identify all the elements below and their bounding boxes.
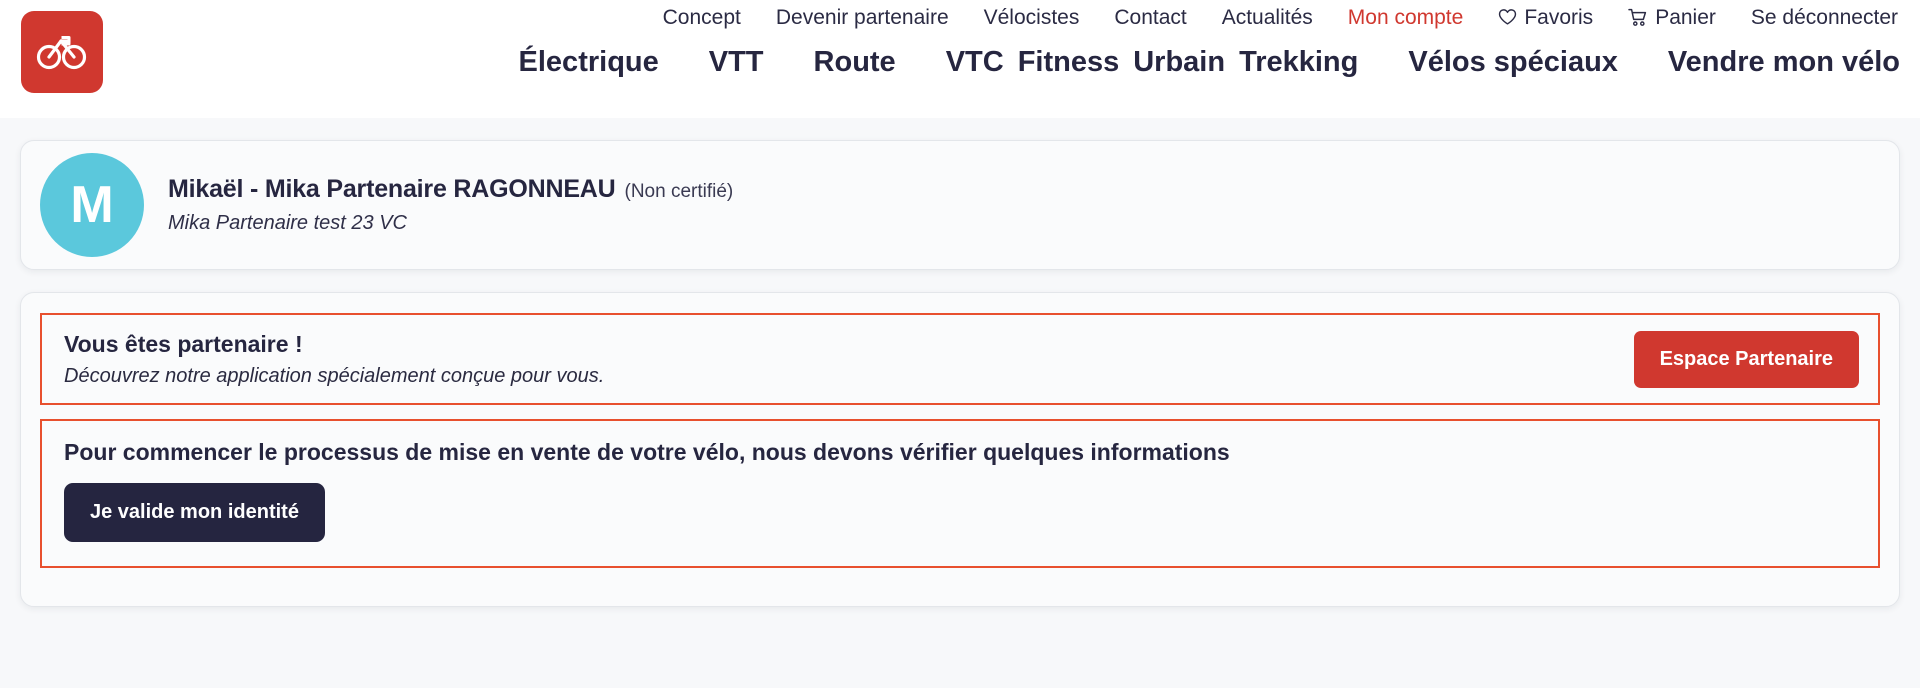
site-header: Concept Devenir partenaire Vélocistes Co… [0,0,1920,118]
main-nav-group-vtc-fitness-urbain-trekking: VTC Fitness Urbain Trekking [946,48,1359,77]
partner-alert-title: Vous êtes partenaire ! [64,330,303,357]
nav-item-devenir-partenaire[interactable]: Devenir partenaire [776,7,949,28]
heart-icon [1498,8,1517,26]
nav-item-favoris[interactable]: Favoris [1498,7,1593,28]
nav-label: Favoris [1524,5,1594,29]
nav-label: Mon compte [1347,5,1464,29]
main-nav-electrique[interactable]: Électrique [519,48,659,77]
avatar: M [40,153,144,257]
nav-label: Vélocistes [983,5,1080,29]
profile-name: Mikaël - Mika Partenaire RAGONNEAU [168,175,616,203]
nav-label: Se déconnecter [1750,5,1898,29]
bicycle-infinity-logo-icon [36,32,88,72]
main-nav-vendre-mon-velo[interactable]: Vendre mon vélo [1668,48,1900,77]
main-nav-velos-speciaux[interactable]: Vélos spéciaux [1408,48,1618,77]
profile-subtitle: Mika Partenaire test 23 VC [168,212,407,234]
espace-partenaire-button[interactable]: Espace Partenaire [1633,330,1859,388]
main-navigation: Électrique VTT Route VTC Fitness Urbain … [519,48,1900,77]
nav-item-velocistes[interactable]: Vélocistes [984,7,1080,28]
nav-label: Contact [1114,5,1187,29]
certification-status: (Non certifié) [624,181,734,202]
nav-label: Concept [662,5,741,29]
top-navigation: Concept Devenir partenaire Vélocistes Co… [663,0,1902,34]
identity-verification-alert: Pour commencer le processus de mise en v… [40,419,1880,568]
nav-item-contact[interactable]: Contact [1114,7,1186,28]
validate-identity-button[interactable]: Je valide mon identité [64,482,325,542]
page-content: M Mikaël - Mika Partenaire RAGONNEAU (No… [0,118,1920,607]
account-actions-card: Vous êtes partenaire ! Découvrez notre a… [20,292,1900,607]
main-nav-vtt[interactable]: VTT [709,48,764,77]
identity-verification-title: Pour commencer le processus de mise en v… [64,439,1230,465]
partner-alert-subtitle: Découvrez notre application spécialement… [64,364,605,387]
nav-label: Actualités [1221,5,1313,29]
main-nav-route[interactable]: Route [814,48,896,77]
main-nav-trekking[interactable]: Trekking [1239,48,1358,77]
main-nav-fitness[interactable]: Fitness [1018,48,1120,77]
profile-card: M Mikaël - Mika Partenaire RAGONNEAU (No… [20,140,1900,270]
main-nav-vtc[interactable]: VTC [946,48,1004,77]
partner-alert: Vous êtes partenaire ! Découvrez notre a… [40,313,1880,405]
nav-item-se-deconnecter[interactable]: Se déconnecter [1751,7,1898,28]
nav-item-actualites[interactable]: Actualités [1222,7,1313,28]
brand-logo[interactable] [21,11,103,93]
profile-name-row: Mikaël - Mika Partenaire RAGONNEAU (Non … [168,175,733,204]
partner-alert-text: Vous êtes partenaire ! Découvrez notre a… [64,331,604,388]
nav-label: Devenir partenaire [775,5,949,29]
cart-icon [1628,8,1648,27]
nav-label: Panier [1655,5,1716,29]
nav-item-mon-compte[interactable]: Mon compte [1348,7,1464,28]
nav-item-concept[interactable]: Concept [663,7,741,28]
profile-details: Mikaël - Mika Partenaire RAGONNEAU (Non … [168,175,733,235]
nav-item-panier[interactable]: Panier [1628,7,1716,28]
main-nav-urbain[interactable]: Urbain [1133,48,1225,77]
